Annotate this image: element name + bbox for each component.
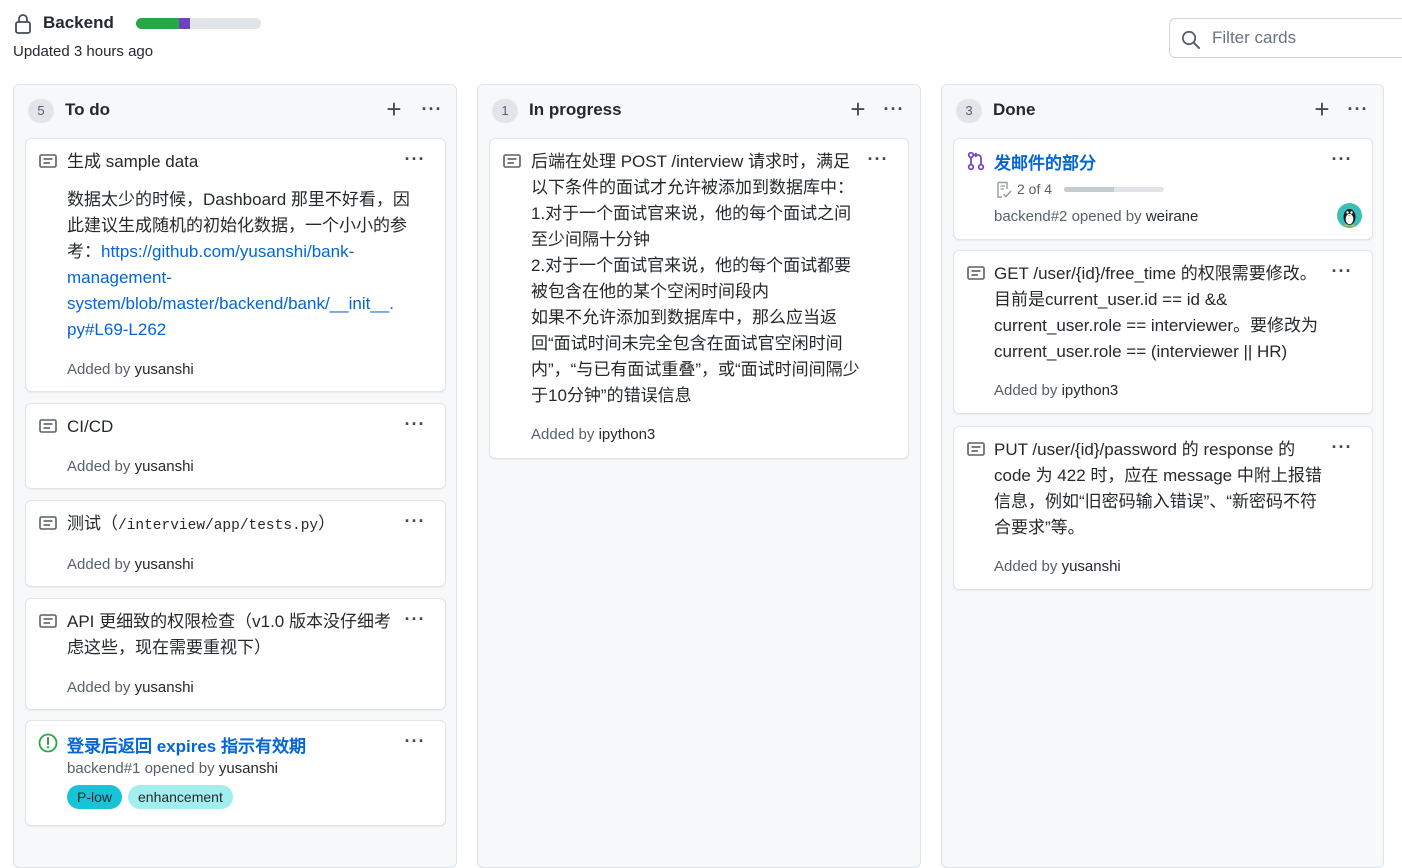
added-by-user-link[interactable]: yusanshi xyxy=(135,679,194,696)
column-card-count: 5 xyxy=(28,99,54,123)
note-card[interactable]: ··· 测试（/interview/app/tests.py） Added by… xyxy=(25,500,446,587)
pull-request-title-link[interactable]: 发邮件的部分 xyxy=(994,149,1096,174)
note-body: 数据太少的时候，Dashboard 那里不好看，因此建议生成随机的初始化数据，一… xyxy=(67,187,412,343)
added-by: Added by yusanshi xyxy=(67,679,194,696)
card-menu-button[interactable]: ··· xyxy=(403,415,427,433)
note-title: 生成 sample data xyxy=(67,152,199,171)
card-menu-button[interactable]: ··· xyxy=(1330,150,1354,168)
note-card[interactable]: ··· 后端在处理 POST /interview 请求时，满足 以下条件的面试… xyxy=(489,138,909,459)
added-by: Added by ipython3 xyxy=(994,382,1119,399)
card-menu-button[interactable]: ··· xyxy=(403,732,427,750)
note-title: API 更细致的权限检查（v1.0 版本没仔细考虑这些，现在需要重视下） xyxy=(67,612,391,657)
board-title: Backend xyxy=(43,13,114,32)
column-in-progress: 1 In progress + ··· ··· 后端在处理 POST /inte… xyxy=(477,84,921,868)
column-title: Done xyxy=(993,100,1036,119)
column-header: 5 To do + ··· xyxy=(14,85,456,137)
checklist-count: 2 of 4 xyxy=(1017,181,1053,197)
pull-request-icon xyxy=(967,151,985,171)
search-icon xyxy=(1181,30,1200,49)
board-progress-bar xyxy=(136,18,261,29)
note-card[interactable]: ··· CI/CD Added by yusanshi xyxy=(25,403,446,489)
card-menu-button[interactable]: ··· xyxy=(403,150,427,168)
note-link[interactable]: https://github.com/yusanshi/bank-managem… xyxy=(67,242,394,339)
lock-icon xyxy=(15,14,31,34)
open-issue-icon xyxy=(38,733,58,753)
penguin-avatar[interactable] xyxy=(1337,203,1362,228)
added-by-user-link[interactable]: yusanshi xyxy=(1062,558,1121,575)
label-p-low[interactable]: P-low xyxy=(67,785,123,809)
added-by-user-link[interactable]: yusanshi xyxy=(135,361,194,378)
add-card-button[interactable]: + xyxy=(1311,96,1333,122)
note-card[interactable]: ··· API 更细致的权限检查（v1.0 版本没仔细考虑这些，现在需要重视下）… xyxy=(25,598,446,710)
note-title: CI/CD xyxy=(67,417,114,436)
pull-request-meta: backend#2 opened by weirane xyxy=(994,208,1199,225)
column-card-count: 3 xyxy=(956,99,982,123)
inline-code: /interview/app/tests.py xyxy=(118,518,319,534)
note-body: GET /user/{id}/free_time 的权限需要修改。 目前是cur… xyxy=(994,264,1319,361)
checklist-progress-fill xyxy=(1064,187,1114,192)
issue-meta: backend#1 opened by yusanshi xyxy=(67,760,279,777)
note-icon xyxy=(967,442,985,456)
added-by-user-link[interactable]: ipython3 xyxy=(599,426,656,443)
column-to-do: 5 To do + ··· ··· 生成 sample data 数据太少的时候… xyxy=(13,84,457,868)
note-icon xyxy=(967,266,985,280)
column-header: 3 Done + ··· xyxy=(942,85,1383,137)
filter-cards-field[interactable] xyxy=(1169,18,1402,58)
added-by: Added by ipython3 xyxy=(531,426,656,443)
note-icon xyxy=(503,154,521,168)
label-enhancement[interactable]: enhancement xyxy=(128,785,233,809)
note-icon xyxy=(39,154,57,168)
note-card[interactable]: ··· PUT /user/{id}/password 的 response 的… xyxy=(953,426,1373,590)
column-menu-button[interactable]: ··· xyxy=(420,100,444,118)
added-by-user-link[interactable]: yusanshi xyxy=(135,458,194,475)
added-by: Added by yusanshi xyxy=(67,556,194,573)
column-card-count: 1 xyxy=(492,99,518,123)
note-card[interactable]: ··· 生成 sample data 数据太少的时候，Dashboard 那里不… xyxy=(25,138,446,392)
added-by-user-link[interactable]: yusanshi xyxy=(135,556,194,573)
checklist-icon xyxy=(997,181,1012,198)
note-icon xyxy=(39,419,57,433)
column-title: To do xyxy=(65,100,110,119)
column-header: 1 In progress + ··· xyxy=(478,85,920,137)
card-menu-button[interactable]: ··· xyxy=(403,512,427,530)
added-by: Added by yusanshi xyxy=(67,458,194,475)
column-menu-button[interactable]: ··· xyxy=(882,100,906,118)
checklist-progress xyxy=(1064,187,1164,192)
add-card-button[interactable]: + xyxy=(847,96,869,122)
issue-author-link[interactable]: yusanshi xyxy=(219,760,278,777)
added-by-user-link[interactable]: ipython3 xyxy=(1062,382,1119,399)
column-menu-button[interactable]: ··· xyxy=(1346,100,1370,118)
add-card-button[interactable]: + xyxy=(383,96,405,122)
note-title: 测试（/interview/app/tests.py） xyxy=(67,514,336,534)
board-header: Backend Updated 3 hours ago xyxy=(0,0,1402,80)
column-done: 3 Done + ··· ··· 发邮件的部分 2 of 4 backend#2… xyxy=(941,84,1384,868)
updated-timestamp: Updated 3 hours ago xyxy=(13,43,154,60)
column-title: In progress xyxy=(529,100,622,119)
added-by: Added by yusanshi xyxy=(67,361,194,378)
pull-request-card[interactable]: ··· 发邮件的部分 2 of 4 backend#2 opened by we… xyxy=(953,138,1373,240)
filter-cards-input[interactable] xyxy=(1210,25,1400,51)
progress-done-segment xyxy=(136,18,179,29)
issue-card[interactable]: ··· 登录后返回 expires 指示有效期 backend#1 opened… xyxy=(25,720,446,826)
pull-request-author-link[interactable]: weirane xyxy=(1146,208,1199,225)
note-body: PUT /user/{id}/password 的 response 的 cod… xyxy=(994,440,1322,537)
added-by: Added by yusanshi xyxy=(994,558,1121,575)
note-card[interactable]: ··· GET /user/{id}/free_time 的权限需要修改。 目前… xyxy=(953,250,1373,414)
note-icon xyxy=(39,614,57,628)
note-icon xyxy=(39,516,57,530)
note-body: 后端在处理 POST /interview 请求时，满足 以下条件的面试才允许被… xyxy=(531,152,860,405)
progress-in-progress-segment xyxy=(178,18,190,29)
issue-title-link[interactable]: 登录后返回 expires 指示有效期 xyxy=(67,732,306,757)
